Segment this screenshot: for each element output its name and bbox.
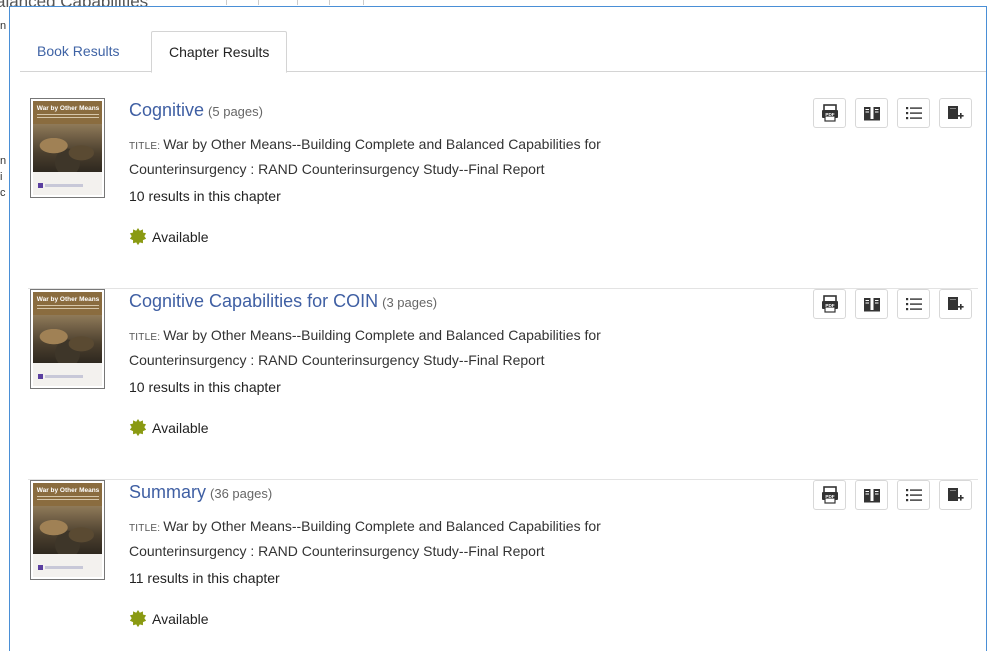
add-to-list-icon	[947, 297, 964, 310]
book-title-line: TITLE: War by Other Means--Building Compl…	[129, 133, 689, 181]
pdf-download-icon: PDF	[821, 104, 838, 122]
book-title: War by Other Means--Building Complete an…	[129, 518, 601, 559]
chapter-title-link[interactable]: Cognitive Capabilities for COIN (3 pages)	[129, 291, 437, 312]
availability-label: Available	[152, 420, 209, 436]
book-title-line: TITLE: War by Other Means--Building Compl…	[129, 324, 689, 372]
chapter-result: War by Other Means Cognitive Capabilitie…	[28, 289, 978, 480]
background-divider	[258, 0, 259, 5]
table-of-contents-button[interactable]	[897, 289, 930, 319]
book-title: War by Other Means--Building Complete an…	[129, 327, 601, 368]
chapter-title-text[interactable]: Cognitive	[129, 100, 204, 120]
add-to-list-button[interactable]	[939, 480, 972, 510]
results-tabs: Book Results Chapter Results	[20, 31, 986, 73]
chapter-title-link[interactable]: Cognitive (5 pages)	[129, 100, 263, 121]
table-of-contents-icon	[905, 298, 922, 311]
background-partial-text: c	[0, 187, 6, 199]
book-title: War by Other Means--Building Complete an…	[129, 136, 601, 177]
book-cover-image: War by Other Means	[33, 483, 102, 577]
pdf-glyph: PDF	[825, 303, 834, 308]
cover-subtitle	[37, 114, 99, 120]
cover-photo	[33, 506, 102, 554]
add-to-list-button[interactable]	[939, 98, 972, 128]
open-book-icon	[863, 107, 880, 121]
publisher-logo-text	[45, 566, 83, 569]
cover-title: War by Other Means	[36, 105, 100, 112]
search-results-panel: Book Results Chapter Results War by Othe…	[9, 6, 987, 651]
results-in-chapter: 11 results in this chapter	[129, 570, 280, 586]
chapter-page-count: (36 pages)	[210, 486, 273, 501]
availability-status: Available	[129, 610, 209, 628]
pdf-download-button[interactable]: PDF	[813, 98, 846, 128]
cover-subtitle	[37, 496, 99, 502]
title-label: TITLE:	[129, 141, 161, 152]
available-badge-icon	[129, 228, 147, 246]
background-divider	[363, 0, 364, 5]
availability-status: Available	[129, 228, 209, 246]
availability-status: Available	[129, 419, 209, 437]
pdf-glyph: PDF	[825, 494, 834, 499]
book-cover-image: War by Other Means	[33, 292, 102, 386]
pdf-download-icon: PDF	[821, 486, 838, 504]
book-cover-thumbnail[interactable]: War by Other Means	[30, 480, 105, 580]
background-partial-text: i	[0, 171, 3, 183]
background-divider	[226, 0, 227, 5]
results-in-chapter: 10 results in this chapter	[129, 379, 281, 395]
read-online-button[interactable]	[855, 98, 888, 128]
open-book-icon	[863, 489, 880, 503]
publisher-logo-text	[45, 375, 83, 378]
background-divider	[329, 0, 330, 5]
publisher-logo	[38, 565, 43, 570]
add-to-list-icon	[947, 488, 964, 501]
read-online-button[interactable]	[855, 289, 888, 319]
background-divider	[297, 0, 298, 5]
book-cover-thumbnail[interactable]: War by Other Means	[30, 289, 105, 389]
background-partial-text: n	[0, 20, 7, 32]
chapter-title-link[interactable]: Summary (36 pages)	[129, 482, 272, 503]
pdf-download-icon: PDF	[821, 295, 838, 313]
cover-photo	[33, 315, 102, 363]
available-badge-icon	[129, 610, 147, 628]
open-book-icon	[863, 298, 880, 312]
pdf-download-button[interactable]: PDF	[813, 289, 846, 319]
pdf-glyph: PDF	[825, 112, 834, 117]
pdf-download-button[interactable]: PDF	[813, 480, 846, 510]
availability-label: Available	[152, 611, 209, 627]
chapter-title-text[interactable]: Cognitive Capabilities for COIN	[129, 291, 378, 311]
table-of-contents-icon	[905, 489, 922, 502]
book-cover-thumbnail[interactable]: War by Other Means	[30, 98, 105, 198]
table-of-contents-button[interactable]	[897, 480, 930, 510]
add-to-list-button[interactable]	[939, 289, 972, 319]
chapter-page-count: (5 pages)	[208, 104, 263, 119]
background-partial-text: n	[0, 155, 7, 167]
add-to-list-icon	[947, 106, 964, 119]
chapter-page-count: (3 pages)	[382, 295, 438, 310]
title-label: TITLE:	[129, 332, 161, 343]
book-title-line: TITLE: War by Other Means--Building Compl…	[129, 515, 689, 563]
cover-photo	[33, 124, 102, 172]
publisher-logo	[38, 183, 43, 188]
availability-label: Available	[152, 229, 209, 245]
tab-chapter-results[interactable]: Chapter Results	[151, 31, 288, 73]
publisher-logo-text	[45, 184, 83, 187]
results-in-chapter: 10 results in this chapter	[129, 188, 281, 204]
table-of-contents-button[interactable]	[897, 98, 930, 128]
available-badge-icon	[129, 419, 147, 437]
read-online-button[interactable]	[855, 480, 888, 510]
chapter-title-text[interactable]: Summary	[129, 482, 206, 502]
tab-book-results[interactable]: Book Results	[20, 31, 136, 72]
publisher-logo	[38, 374, 43, 379]
cover-title: War by Other Means	[36, 296, 100, 303]
cover-title: War by Other Means	[36, 487, 100, 494]
title-label: TITLE:	[129, 523, 161, 534]
book-cover-image: War by Other Means	[33, 101, 102, 195]
chapter-result: War by Other Means Summary (36 pages) TIT…	[28, 480, 978, 651]
cover-subtitle	[37, 305, 99, 311]
table-of-contents-icon	[905, 107, 922, 120]
chapter-result: War by Other Means Cognitive (5 pages) TI…	[28, 98, 978, 289]
